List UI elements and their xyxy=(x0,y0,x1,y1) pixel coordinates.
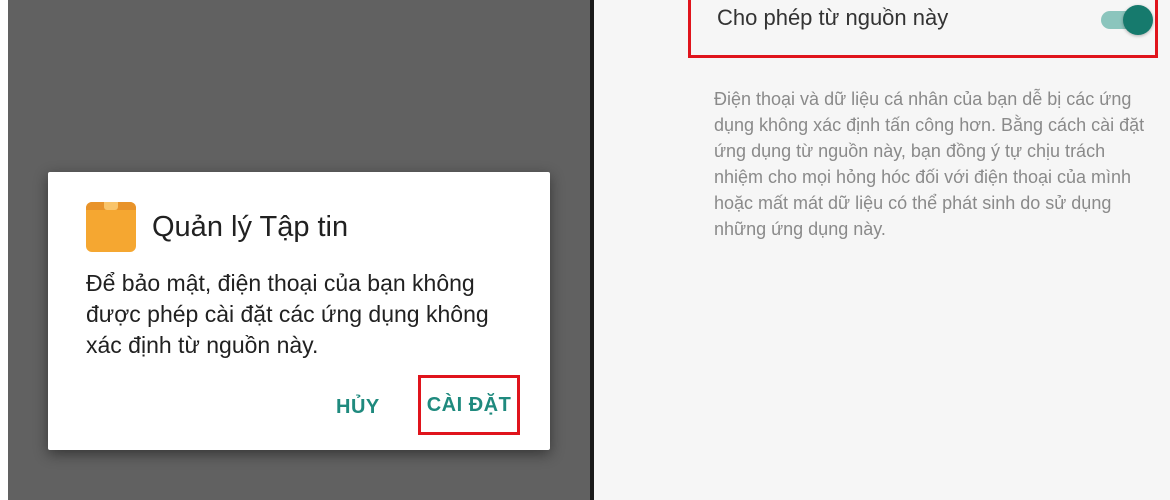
allow-from-source-label: Cho phép từ nguồn này xyxy=(717,5,949,30)
allow-toggle[interactable] xyxy=(1101,5,1153,35)
folder-icon xyxy=(86,202,136,252)
dialog-title: Quản lý Tập tin xyxy=(152,210,349,243)
install-blocked-dialog: Quản lý Tập tin Để bảo mật, điện thoại c… xyxy=(48,172,550,450)
settings-button-label: CÀI ĐẶT xyxy=(426,393,512,416)
security-warning-text: Điện thoại và dữ liệu cá nhân của bạn dễ… xyxy=(714,89,1145,239)
settings-button[interactable]: CÀI ĐẶT xyxy=(418,375,520,435)
allow-from-source-row[interactable]: Cho phép từ nguồn này xyxy=(688,0,1158,58)
dialog-message: Để bảo mật, điện thoại của bạn không đượ… xyxy=(86,270,489,358)
cancel-button[interactable]: HỦY xyxy=(336,396,380,419)
left-margin xyxy=(0,0,8,500)
dialog-header: Quản lý Tập tin xyxy=(86,202,348,252)
unknown-sources-settings: Cho phép từ nguồn này Điện thoại và dữ l… xyxy=(594,0,1170,500)
toggle-knob xyxy=(1123,5,1153,35)
screenshot-composite: Quản lý Tập tin Để bảo mật, điện thoại c… xyxy=(0,0,1170,500)
